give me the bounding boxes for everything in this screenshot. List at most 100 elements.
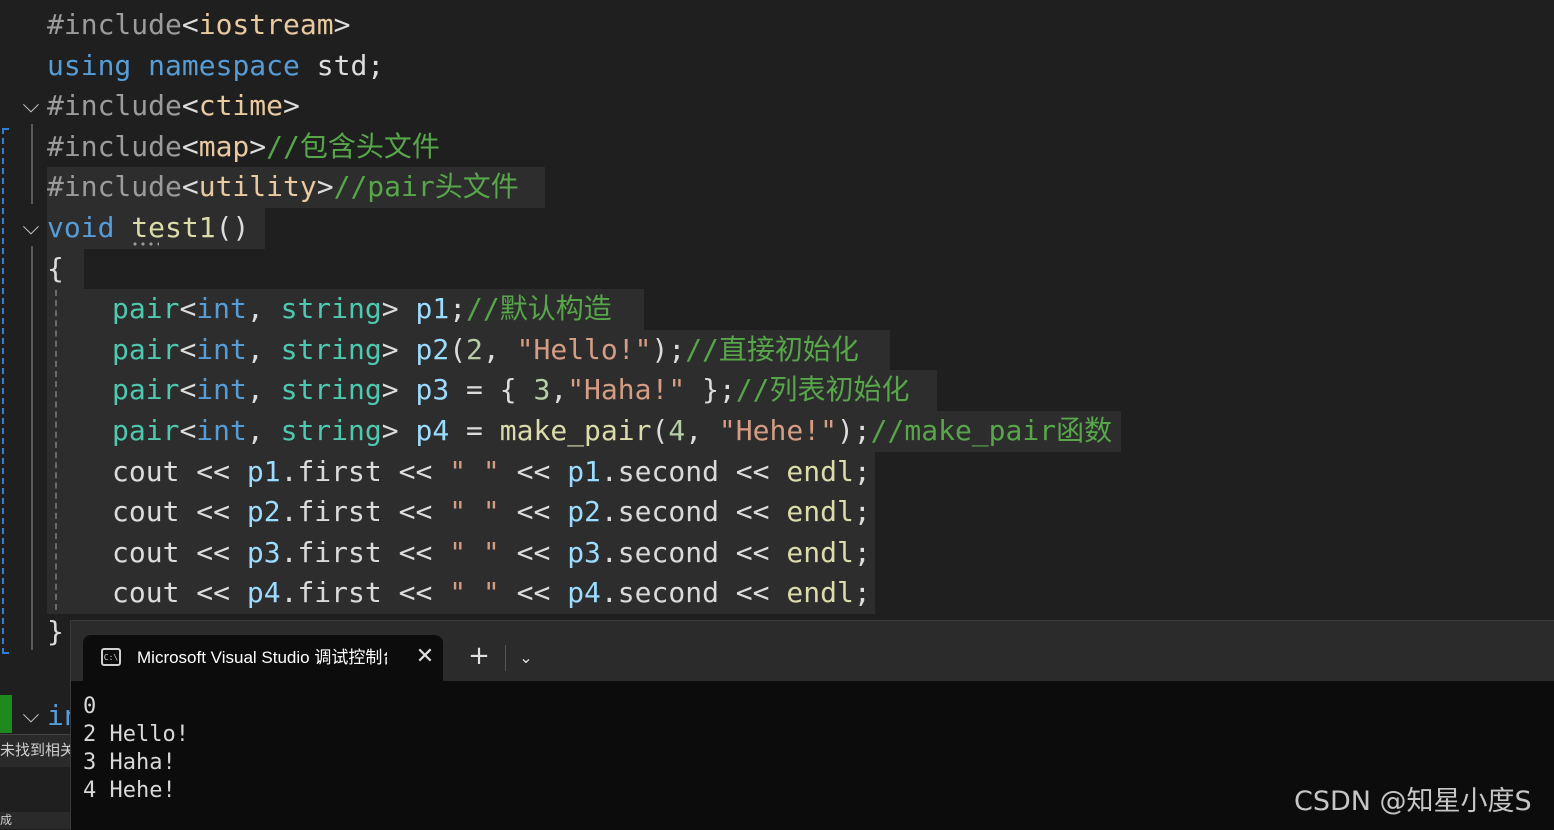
operator: << [499,455,568,488]
operator: << [179,576,247,609]
variable-name: p2 [415,333,450,366]
number-literal: 2 [466,333,483,366]
header-name: ctime [198,89,284,122]
code-line-partial: in [47,699,70,732]
semicolon: ; [853,576,871,609]
angle-bracket: < [181,170,199,203]
code-comment: //pair头文件 [333,170,519,203]
code-line: using namespace std; [0,46,384,86]
preprocessor-token: #include [47,89,182,122]
operator: << [718,576,787,609]
console-output-line: 4 Hehe! [83,778,176,803]
code-comment: //列表初始化 [735,373,910,406]
code-comment: //make_pair函数 [870,414,1113,447]
angle-bracket: < [179,414,197,447]
console-icon: C:\ [101,648,121,666]
variable-name: p3 [567,536,601,569]
operator: << [381,455,450,488]
identifier: cout [112,536,180,569]
angle-bracket: < [181,89,199,122]
console-tab-title: Microsoft Visual Studio 调试控制台 [137,648,387,667]
function-name: endl [786,536,854,569]
code-comment: //直接初始化 [685,333,859,366]
code-line: { [0,249,67,289]
variable-name: p4 [567,576,601,609]
keyword: using [47,49,132,82]
keyword: int [196,414,247,447]
header-name: map [198,130,250,163]
code-line: #include<ctime> [0,86,300,126]
code-line: cout << p4.first << " " << p4.second << … [0,573,871,613]
keyword: namespace [148,49,300,82]
code-line: void test1() [0,208,249,248]
new-tab-plus-icon[interactable]: + [465,639,493,673]
string-literal: "Haha!" [567,373,686,406]
keyword: int [196,333,247,366]
comma: , [685,414,703,447]
operator: << [499,536,568,569]
string-literal: "Hehe!" [718,414,837,447]
variable-name: p3 [246,536,281,569]
code-line: #include<utility>//pair头文件 [0,167,519,207]
member-access: .first [280,455,382,488]
angle-bracket: > [249,130,267,163]
variable-name: p4 [415,414,450,447]
comma: , [246,333,264,366]
semicolon: ; [853,455,871,488]
paren: ); [651,333,686,366]
variable-name: p4 [246,576,281,609]
chevron-down-icon[interactable]: ⌄ [513,643,539,673]
angle-bracket: > [381,292,399,325]
function-name: make_pair [499,414,652,447]
operator: << [499,495,568,528]
member-access: .second [600,455,719,488]
code-line: pair<int, string> p3 = { 3,"Haha!" };//列… [0,370,910,410]
type-name: string [280,292,382,325]
console-output-line: 2 Hello! [83,722,189,747]
comma: , [246,292,264,325]
function-name: endl [786,576,854,609]
preprocessor-token: #include [47,170,182,203]
hint-dots [131,242,159,246]
identifier: cout [112,455,180,488]
header-name: iostream [198,8,334,41]
close-icon[interactable]: ✕ [413,643,437,671]
identifier: cout [112,495,180,528]
preprocessor-token: #include [47,8,182,41]
code-line: pair<int, string> p2(2, "Hello!");//直接初始… [0,330,859,370]
keyword: void [47,211,115,244]
issues-status[interactable]: 未找到相关问题 [0,734,70,767]
console-tab-bar: C:\ Microsoft Visual Studio 调试控制台 ✕ + ⌄ [71,621,1554,681]
code-line: #include<map>//包含头文件 [0,127,440,167]
operator: << [179,495,247,528]
operator: << [381,576,450,609]
brace: }; [685,373,736,406]
operator: << [718,536,787,569]
angle-bracket: < [179,292,197,325]
code-line: pair<int, string> p4 = make_pair(4, "Heh… [0,411,1112,451]
console-output-line: 3 Haha! [83,750,176,775]
preprocessor-token: #include [47,130,182,163]
paren: ( [651,414,669,447]
angle-bracket: > [381,373,399,406]
operator: << [381,536,450,569]
operator: << [179,455,247,488]
variable-name: p1 [567,455,601,488]
number-literal: 3 [533,373,551,406]
type-name: string [280,333,382,366]
member-access: .first [280,495,382,528]
angle-bracket: < [181,8,199,41]
type-name: string [280,414,382,447]
console-tab[interactable]: C:\ Microsoft Visual Studio 调试控制台 ✕ [83,635,443,681]
code-comment: //默认构造 [466,292,612,325]
close-brace: } [47,615,64,648]
code-line: cout << p3.first << " " << p3.second << … [0,533,871,573]
operator: << [499,576,568,609]
variable-name: p1 [246,455,281,488]
code-comment: //包含头文件 [266,130,440,163]
variable-name: p3 [415,373,450,406]
angle-bracket: > [333,8,351,41]
operator: = { [449,373,534,406]
semicolon: ; [449,292,467,325]
type-name: string [280,373,382,406]
